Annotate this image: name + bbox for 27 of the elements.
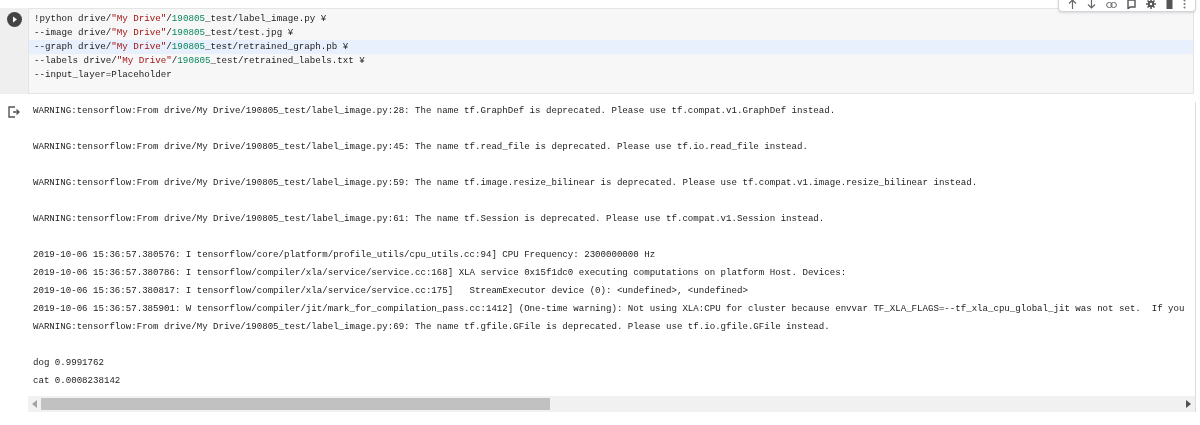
link-icon[interactable] (1106, 1, 1117, 9)
arrow-up-icon[interactable] (1068, 0, 1077, 9)
output-line: WARNING:tensorflow:From drive/My Drive/190805_test/label_image.py:28: The name tf.GraphDef is deprecated. Please use tf.compat.v1.GraphDef instead. (33, 104, 837, 118)
output-line: cat 0.0008238142 (33, 374, 122, 388)
gear-icon[interactable] (1146, 0, 1156, 9)
code-line: --labels drive/"My Drive"/190805_test/retrained_labels.txt ¥ (33, 54, 366, 68)
arrow-down-icon[interactable] (1087, 0, 1096, 9)
horizontal-scrollbar[interactable] (28, 396, 1195, 412)
trash-icon[interactable] (1166, 0, 1173, 9)
output-line: WARNING:tensorflow:From drive/My Drive/190805_test/label_image.py:69: The name tf.gfile.GFile is deprecated. Please use tf.io.gfile.GFile instead. (33, 320, 831, 334)
output-line: 2019-10-06 15:36:57.380786: I tensorflow/compiler/xla/service/service.cc:168] XLA service 0x15f1dc0 executing computations on platform Host. Devices: (33, 266, 848, 280)
output-line: 2019-10-06 15:36:57.380576: I tensorflow/core/platform/profile_utils/cpu_utils.cc:94] CPU Frequency: 2300000000 Hz (33, 248, 657, 262)
output-icon[interactable] (8, 106, 20, 118)
output-line: dog 0.9991762 (33, 356, 105, 370)
output-line: WARNING:tensorflow:From drive/My Drive/190805_test/label_image.py:59: The name tf.image.resize_bilinear is deprecated. Please use tf.compat.v1.image.resize_bilinear instead. (33, 176, 979, 190)
comment-icon[interactable] (1127, 0, 1136, 9)
code-line: !python drive/"My Drive"/190805_test/label_image.py ¥ (33, 12, 328, 26)
output-line: 2019-10-06 15:36:57.380817: I tensorflow/compiler/xla/service/service.cc:175] StreamExecutor device (0): <undefined>, <undefined> (33, 284, 749, 298)
run-cell-button[interactable] (6, 12, 22, 27)
output-line: WARNING:tensorflow:From drive/My Drive/190805_test/label_image.py:61: The name tf.Session is deprecated. Please use tf.compat.v1.Session instead. (33, 212, 826, 226)
code-line: --input_layer=Placeholder (33, 68, 173, 82)
scroll-right-icon[interactable] (1186, 400, 1191, 408)
output-line: 2019-10-06 15:36:57.385901: W tensorflow/compiler/jit/mark_for_compilation_pass.cc:1412] (One-time warning): Not using XLA:CPU for cluster because envvar TF_XLA_FLAGS=--tf_xla_cpu_global_jit was not set. If you (33, 302, 1186, 316)
output-line: WARNING:tensorflow:From drive/My Drive/190805_test/label_image.py:45: The name tf.read_file is deprecated. Please use tf.io.read_file instead. (33, 140, 809, 154)
code-line: --image drive/"My Drive"/190805_test/test.jpg ¥ (33, 26, 295, 40)
more-icon[interactable] (1183, 0, 1186, 9)
scrollbar-thumb[interactable] (41, 398, 550, 410)
